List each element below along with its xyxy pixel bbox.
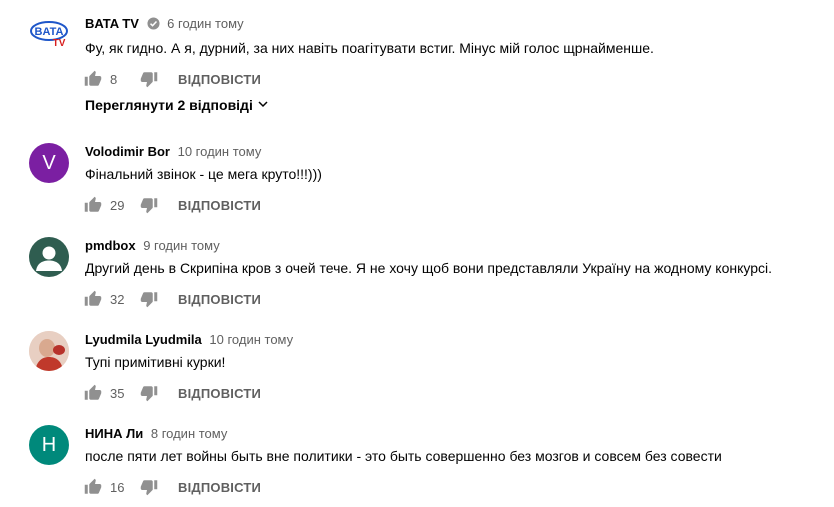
comment-text: после пяти лет войны быть вне политики -… <box>85 448 722 464</box>
bata-tv-logo: BATA TV <box>30 21 68 49</box>
comment-actions: 35 ВІДПОВІСТИ <box>84 383 261 403</box>
avatar[interactable] <box>29 331 69 371</box>
photo-avatar <box>29 331 69 371</box>
thumb-up-icon[interactable] <box>84 384 102 402</box>
author-name[interactable]: Lyudmila Lyudmila <box>85 332 202 347</box>
svg-text:BATA: BATA <box>35 26 64 38</box>
avatar[interactable]: Н <box>29 425 69 465</box>
like-count: 16 <box>110 479 125 495</box>
thumb-down-icon[interactable] <box>140 196 158 214</box>
view-replies-label: Переглянути 2 відповіді <box>85 97 253 113</box>
person-silhouette-icon <box>36 246 62 271</box>
comment-time[interactable]: 10 годин тому <box>209 332 293 347</box>
comment-text: Фу, як гидно. А я, дурний, за них навіть… <box>85 40 654 56</box>
comment-actions: 29 ВІДПОВІСТИ <box>84 195 261 215</box>
reply-button[interactable]: ВІДПОВІСТИ <box>178 386 261 401</box>
thumb-up-icon[interactable] <box>84 196 102 214</box>
verified-check-icon <box>147 17 160 34</box>
thumb-down-icon[interactable] <box>140 478 158 496</box>
comment-header: Lyudmila Lyudmila 10 годин тому <box>85 332 293 348</box>
thumb-down-icon[interactable] <box>140 290 158 308</box>
like-count: 32 <box>110 291 125 307</box>
comment-header: НИНА Ли 8 годин тому <box>85 426 227 442</box>
author-name[interactable]: pmdbox <box>85 238 136 253</box>
thumb-up-icon[interactable] <box>84 290 102 308</box>
comment-actions: 32 ВІДПОВІСТИ <box>84 289 261 309</box>
avatar[interactable]: BATA TV <box>29 13 69 53</box>
comment-header: Volodimir Bor 10 годин тому <box>85 144 261 160</box>
comment-actions: 16 ВІДПОВІСТИ <box>84 477 261 497</box>
thumb-down-icon[interactable] <box>140 70 158 88</box>
comment-text: Фінальний звінок - це мега круто!!!))) <box>85 166 322 182</box>
reply-button[interactable]: ВІДПОВІСТИ <box>178 198 261 213</box>
reply-button[interactable]: ВІДПОВІСТИ <box>178 292 261 307</box>
like-count: 35 <box>110 385 125 401</box>
view-replies-button[interactable]: Переглянути 2 відповіді <box>85 97 269 113</box>
comment-time[interactable]: 8 годин тому <box>151 426 228 441</box>
comment-time[interactable]: 9 годин тому <box>143 238 220 253</box>
chevron-down-icon <box>257 97 269 113</box>
avatar[interactable] <box>29 237 69 277</box>
author-name[interactable]: BATA TV <box>85 16 139 31</box>
comment-header: BATA TV 6 годин тому <box>85 16 244 34</box>
comment-header: pmdbox 9 годин тому <box>85 238 220 254</box>
thumb-up-icon[interactable] <box>84 478 102 496</box>
comment-actions: 8 ВІДПОВІСТИ <box>84 69 261 89</box>
thumb-up-icon[interactable] <box>84 70 102 88</box>
avatar-letter: Н <box>41 433 57 456</box>
like-count: 29 <box>110 197 125 213</box>
thumb-down-icon[interactable] <box>140 384 158 402</box>
comment-text: Тупі примітивні курки! <box>85 354 226 370</box>
reply-button[interactable]: ВІДПОВІСТИ <box>178 72 261 87</box>
author-name[interactable]: НИНА Ли <box>85 426 143 441</box>
comment-time[interactable]: 6 годин тому <box>167 16 244 31</box>
avatar-letter: V <box>42 151 56 174</box>
like-count: 8 <box>110 71 118 87</box>
author-name[interactable]: Volodimir Bor <box>85 144 170 159</box>
reply-button[interactable]: ВІДПОВІСТИ <box>178 480 261 495</box>
comment-text: Другий день в Скрипіна кров з очей тече.… <box>85 260 772 276</box>
comment-time[interactable]: 10 годин тому <box>178 144 262 159</box>
avatar[interactable]: V <box>29 143 69 183</box>
svg-text:TV: TV <box>53 38 66 49</box>
